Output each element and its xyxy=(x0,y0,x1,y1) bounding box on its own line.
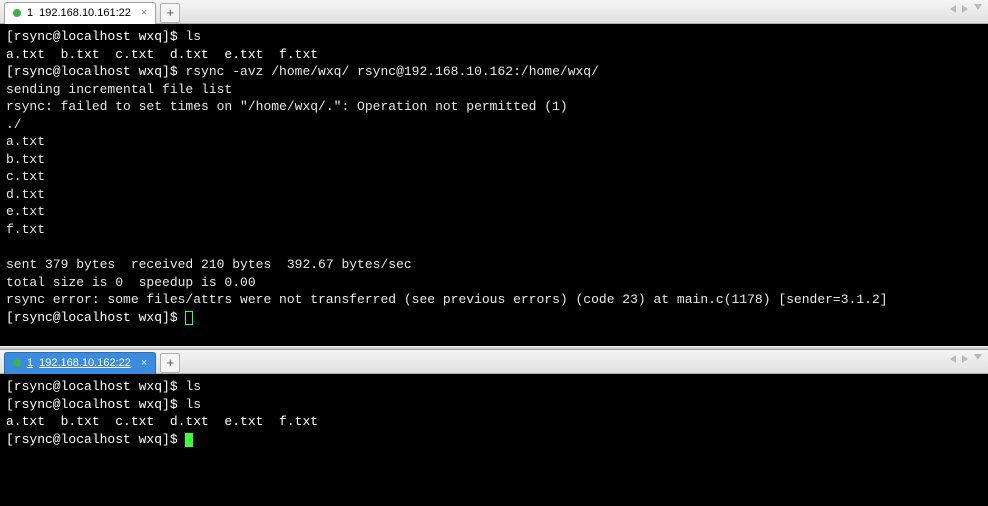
tabbar-nav xyxy=(950,4,982,14)
output-line: e.txt xyxy=(6,204,45,219)
command: ls xyxy=(185,29,201,44)
terminal-output-2[interactable]: [rsync@localhost wxq]$ ls [rsync@localho… xyxy=(0,374,988,506)
close-icon[interactable]: × xyxy=(141,7,147,19)
output-line: a.txt xyxy=(6,134,45,149)
add-tab-button[interactable]: + xyxy=(160,353,180,373)
command: ls xyxy=(185,397,201,412)
output-line: rsync error: some files/attrs were not t… xyxy=(6,292,888,307)
prev-tab-icon[interactable] xyxy=(950,355,956,363)
tab-index: 1 xyxy=(27,357,33,369)
command: ls xyxy=(185,379,201,394)
output-line: total size is 0 speedup is 0.00 xyxy=(6,275,256,290)
prompt: [rsync@localhost wxq]$ xyxy=(6,397,185,412)
tab-label: 192.168.10.161:22 xyxy=(39,7,131,19)
tab-index: 1 xyxy=(27,7,33,19)
next-tab-icon[interactable] xyxy=(962,355,968,363)
tabbar-top: 1 192.168.10.161:22 × + xyxy=(0,0,988,24)
prompt: [rsync@localhost wxq]$ xyxy=(6,310,185,325)
ls-output: a.txt b.txt c.txt d.txt e.txt f.txt xyxy=(6,47,318,62)
tab-label: 192.168.10.162:22 xyxy=(39,357,131,369)
command: rsync -avz /home/wxq/ rsync@192.168.10.1… xyxy=(185,64,598,79)
tabbar-bottom: 1 192.168.10.162:22 × + xyxy=(0,350,988,374)
prompt: [rsync@localhost wxq]$ xyxy=(6,64,185,79)
status-dot-icon xyxy=(13,9,21,17)
output-line: b.txt xyxy=(6,152,45,167)
output-line: f.txt xyxy=(6,222,45,237)
output-line: d.txt xyxy=(6,187,45,202)
prompt: [rsync@localhost wxq]$ xyxy=(6,432,185,447)
output-line: c.txt xyxy=(6,169,45,184)
tab-menu-icon[interactable] xyxy=(974,354,982,364)
tab-host-161[interactable]: 1 192.168.10.161:22 × xyxy=(4,2,156,24)
next-tab-icon[interactable] xyxy=(962,5,968,13)
terminal-output-1[interactable]: [rsync@localhost wxq]$ ls a.txt b.txt c.… xyxy=(0,24,988,346)
terminal-pane-1: 1 192.168.10.161:22 × + [rsync@localhost… xyxy=(0,0,988,346)
status-dot-icon xyxy=(13,359,21,367)
output-line: ./ xyxy=(6,117,22,132)
close-icon[interactable]: × xyxy=(141,357,147,369)
tabbar-nav xyxy=(950,354,982,364)
cursor-icon xyxy=(185,433,193,447)
tab-menu-icon[interactable] xyxy=(974,4,982,14)
tab-host-162[interactable]: 1 192.168.10.162:22 × xyxy=(4,352,156,374)
prompt: [rsync@localhost wxq]$ xyxy=(6,29,185,44)
output-line: sending incremental file list xyxy=(6,82,232,97)
cursor-icon xyxy=(185,311,193,325)
add-tab-button[interactable]: + xyxy=(160,3,180,23)
output-line: sent 379 bytes received 210 bytes 392.67… xyxy=(6,257,412,272)
terminal-pane-2: 1 192.168.10.162:22 × + [rsync@localhost… xyxy=(0,350,988,506)
prompt: [rsync@localhost wxq]$ xyxy=(6,379,185,394)
output-line: rsync: failed to set times on "/home/wxq… xyxy=(6,99,568,114)
ls-output: a.txt b.txt c.txt d.txt e.txt f.txt xyxy=(6,414,318,429)
prev-tab-icon[interactable] xyxy=(950,5,956,13)
